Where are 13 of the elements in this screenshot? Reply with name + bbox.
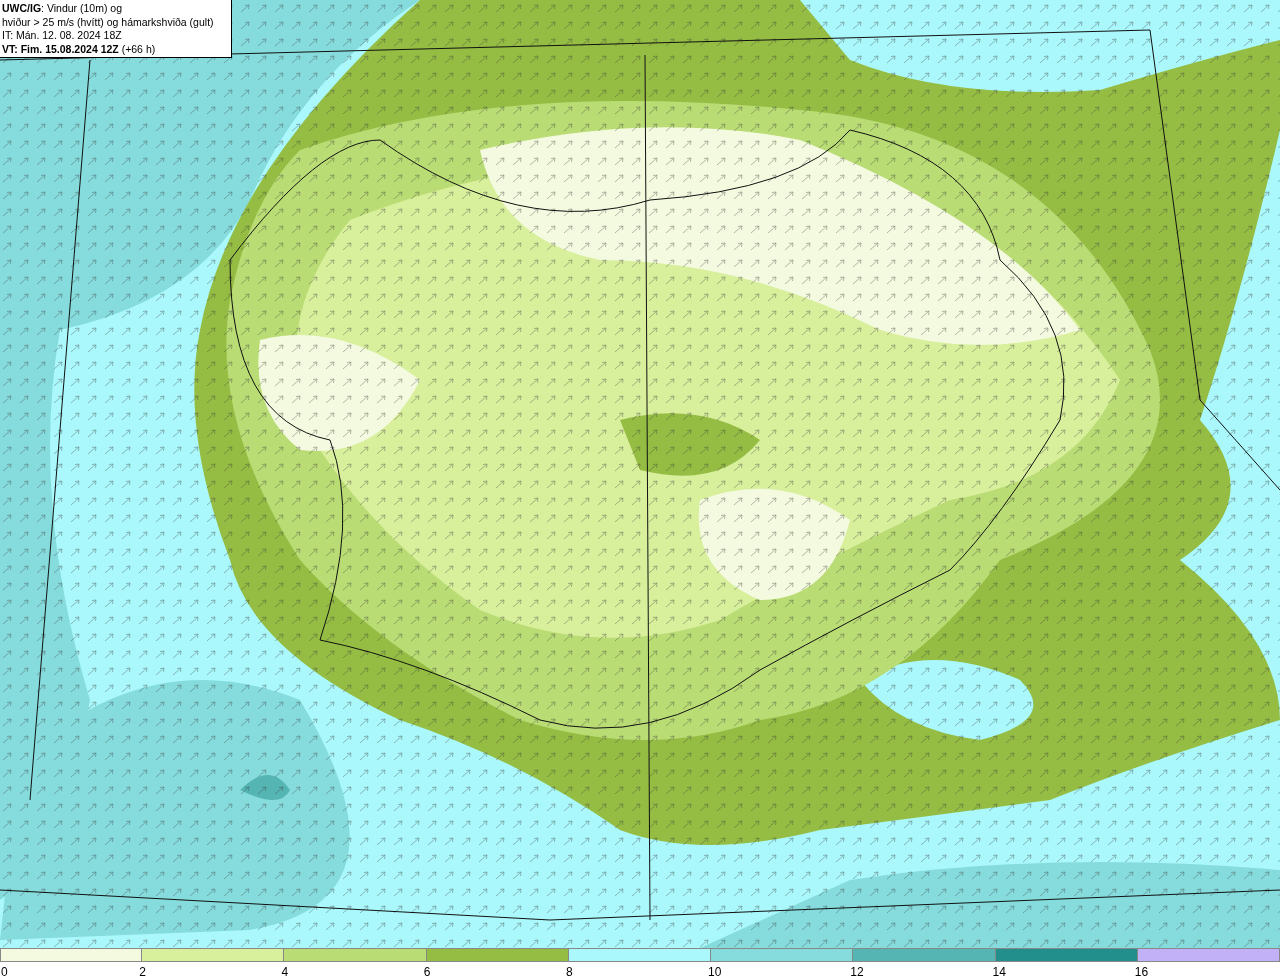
legend-tick-label: 14: [992, 965, 1006, 978]
legend-tick-label: 8: [565, 965, 573, 978]
legend-tick-label: 4: [281, 965, 289, 978]
info-text: hviður > 25 m/s (hvítt) og hámarkshviða (gult): [2, 15, 215, 29]
legend-tick-label: 16: [1134, 965, 1149, 978]
info-text: IT: Mán. 12. 08. 2024 18Z: [2, 29, 123, 43]
legend-tick-label: 12: [850, 965, 864, 978]
legend-tick-label: 0: [1, 965, 8, 978]
legend-tick-label: 6: [423, 965, 431, 978]
legend-tick-label: 10: [708, 965, 722, 978]
info-text: VT: Fim. 15.08.2024 12Z (+66 h): [2, 42, 157, 56]
legend-tick-label: 2: [139, 965, 146, 978]
info-text: UWC/IG: Vindur (10m) og: [2, 2, 123, 16]
